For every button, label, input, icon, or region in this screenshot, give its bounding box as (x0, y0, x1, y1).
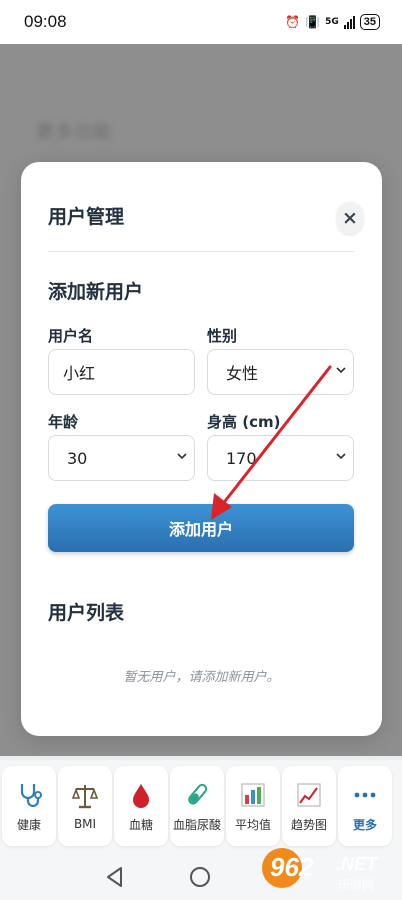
tab-label: 趋势图 (290, 817, 327, 832)
stethoscope-icon (14, 780, 44, 810)
username-label: 用户名 (48, 327, 94, 345)
tab-health[interactable]: 健康 (2, 766, 56, 846)
tab-lipid-uric-acid[interactable]: 血脂尿酸 (170, 766, 224, 846)
modal-title: 用户管理 (48, 206, 125, 228)
add-user-section-title: 添加新用户 (48, 281, 144, 303)
watermark-suffix: .NET (336, 854, 378, 874)
background-page-title: 更多功能 (36, 122, 112, 143)
tab-more[interactable]: 更多 (338, 766, 392, 846)
alarm-icon: ⏰ (285, 15, 301, 29)
tab-label: 平均值 (234, 817, 271, 832)
watermark-number: 962 (270, 852, 314, 882)
user-management-modal: 用户管理 × 添加新用户 用户名 小红 性别 女性 年龄 30 身高 (cm) … (21, 162, 382, 736)
height-select[interactable]: 170 (207, 435, 354, 481)
divider (48, 251, 354, 252)
back-icon[interactable] (105, 866, 125, 888)
network-label: 5G (325, 17, 339, 27)
age-value: 30 (67, 448, 88, 468)
status-time: 09:08 (24, 12, 67, 31)
status-bar: 09:08 ⏰ 📳 5G 35 (0, 0, 402, 44)
watermark-site: 乐游网 (338, 878, 375, 892)
battery-icon: 35 (359, 14, 380, 30)
signal-icon (343, 15, 355, 29)
chevron-down-icon (336, 453, 346, 460)
height-value: 170 (226, 448, 257, 468)
username-input[interactable]: 小红 (48, 349, 195, 395)
tab-label: 更多 (352, 817, 377, 832)
vibrate-icon: 📳 (305, 15, 321, 29)
gender-label: 性别 (207, 327, 238, 345)
height-label: 身高 (cm) (207, 413, 281, 431)
more-dots-icon (350, 780, 380, 810)
tab-label: 血脂尿酸 (172, 817, 221, 832)
gender-value: 女性 (226, 364, 259, 383)
scale-icon (70, 781, 100, 811)
trend-chart-icon (294, 780, 324, 810)
chevron-down-icon (336, 367, 346, 374)
home-icon[interactable] (189, 866, 211, 888)
tab-blood-sugar[interactable]: 血糖 (114, 766, 168, 846)
test-tube-icon (182, 780, 212, 810)
tab-average[interactable]: 平均值 (226, 766, 280, 846)
bar-chart-icon (238, 780, 268, 810)
tab-bmi[interactable]: BMI (58, 766, 112, 846)
age-select[interactable]: 30 (48, 435, 195, 481)
bottom-tab-bar: 健康 BMI 血糖 血脂尿酸 平均值 趋势图 更多 (0, 760, 402, 852)
username-value: 小红 (63, 364, 96, 383)
empty-list-message: 暂无用户，请添加新用户。 (123, 670, 280, 685)
chevron-down-icon (177, 453, 187, 460)
tab-trend[interactable]: 趋势图 (282, 766, 336, 846)
age-label: 年龄 (48, 413, 79, 431)
gender-select[interactable]: 女性 (207, 349, 354, 395)
tab-label: 血糖 (128, 817, 153, 832)
tab-label: BMI (73, 817, 97, 831)
status-icons: ⏰ 📳 5G 35 (285, 14, 380, 30)
close-button[interactable]: × (337, 202, 363, 234)
watermark: 962 .NET 乐游网 (262, 846, 396, 896)
tab-label: 健康 (16, 817, 41, 832)
blood-drop-icon (126, 780, 156, 810)
user-list-title: 用户列表 (48, 602, 125, 624)
close-icon: × (342, 207, 358, 229)
add-user-button[interactable]: 添加用户 (48, 504, 354, 552)
